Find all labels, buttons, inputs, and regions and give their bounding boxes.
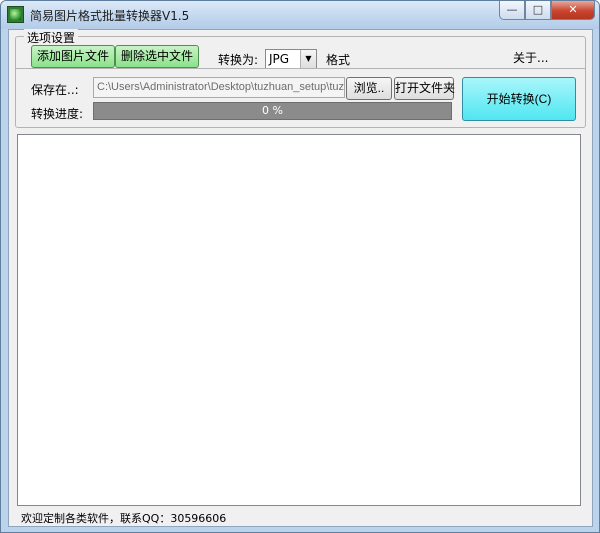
minimize-button[interactable]: — xyxy=(499,1,525,20)
close-button[interactable]: ✕ xyxy=(551,1,595,20)
window-title: 简易图片格式批量转换器V1.5 xyxy=(30,9,190,23)
format-select-value: JPG xyxy=(269,52,290,66)
open-folder-button[interactable]: 打开文件夹 xyxy=(394,77,455,100)
title-bar[interactable]: 简易图片格式批量转换器V1.5 — □ ✕ xyxy=(1,1,599,29)
app-window: 简易图片格式批量转换器V1.5 — □ ✕ 选项设置 添加图片文件 删除选中文件… xyxy=(0,0,600,533)
status-bar: 欢迎定制各类软件，联系QQ：30596606 xyxy=(17,510,581,526)
app-icon xyxy=(7,6,24,23)
status-text: 欢迎定制各类软件，联系QQ：30596606 xyxy=(21,512,227,525)
client-area: 选项设置 添加图片文件 删除选中文件 转换为: JPG ▼ 格式 关于... 保… xyxy=(8,29,593,527)
start-convert-button[interactable]: 开始转换(C) xyxy=(462,77,576,121)
about-link[interactable]: 关于... xyxy=(513,49,548,66)
format-suffix-label: 格式 xyxy=(326,53,351,67)
format-select[interactable]: JPG ▼ xyxy=(265,49,317,69)
save-path-field[interactable]: C:\Users\Administrator\Desktop\tuzhuan_s… xyxy=(93,77,345,98)
group-divider xyxy=(16,68,585,69)
options-groupbox: 选项设置 添加图片文件 删除选中文件 转换为: JPG ▼ 格式 关于... 保… xyxy=(15,29,586,128)
delete-selected-files-button[interactable]: 删除选中文件 xyxy=(115,45,199,68)
convert-progress-bar: 0 % xyxy=(93,102,452,120)
save-to-label: 保存在..: xyxy=(31,83,79,97)
convert-to-label: 转换为: xyxy=(218,53,259,67)
progress-label: 转换进度: xyxy=(31,107,84,121)
file-list[interactable] xyxy=(17,134,581,506)
options-group-title: 选项设置 xyxy=(24,29,79,46)
window-controls: — □ ✕ xyxy=(499,1,595,20)
add-image-files-button[interactable]: 添加图片文件 xyxy=(31,45,115,68)
chevron-down-icon[interactable]: ▼ xyxy=(300,50,316,68)
browse-button[interactable]: 浏览.. xyxy=(346,77,392,100)
progress-percent-text: 0 % xyxy=(262,104,283,117)
maximize-button[interactable]: □ xyxy=(525,1,551,20)
